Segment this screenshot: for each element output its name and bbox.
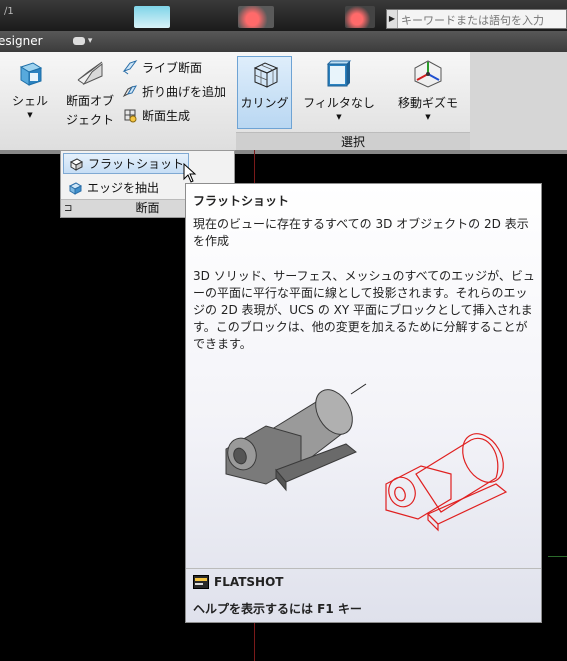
search-expand-icon[interactable]: ▶ [387, 10, 398, 28]
flatshot-icon [69, 157, 84, 171]
search-box[interactable]: ▶ [386, 9, 567, 29]
culling-icon [253, 62, 278, 88]
generate-section-button[interactable]: 断面生成 [122, 105, 190, 125]
shell-button[interactable]: シェル ▼ [10, 58, 50, 119]
add-jog-icon [122, 85, 138, 98]
tooltip-body: 3D ソリッド、サーフェス、メッシュのすべてのエッジが、ビューの平面に平行な平面… [193, 269, 535, 351]
flattened-outline-illustration [385, 433, 508, 532]
tooltip-description: 現在のビューに存在するすべての 3D オブジェクトの 2D 表示を作成 [193, 217, 529, 248]
flatshot-menu-item[interactable]: フラットショット [63, 153, 189, 174]
culling-button-content[interactable]: カリング [237, 58, 292, 111]
extract-edges-menu-item[interactable]: エッジを抽出 [63, 177, 159, 198]
tooltip-title: フラットショット [193, 194, 290, 208]
viewport-thumbnail-3[interactable] [345, 6, 375, 28]
live-section-button[interactable]: ライブ断面 [122, 57, 202, 77]
generate-section-icon [124, 109, 137, 123]
pin-icon[interactable]: ⊐ [64, 200, 72, 217]
section-plane-icon [77, 61, 103, 86]
command-icon [193, 575, 209, 589]
ribbon-minimize-toggle[interactable]: ▾ [73, 36, 97, 47]
live-section-icon [122, 60, 138, 75]
search-input[interactable] [399, 11, 567, 29]
move-gizmo-icon [414, 60, 442, 88]
ribbon-empty-area [470, 52, 567, 150]
flatshot-tooltip: フラットショット 現在のビューに存在するすべての 3D オブジェクトの 2D 表… [185, 183, 542, 623]
tooltip-divider [186, 568, 541, 569]
ribbon-tab-row: esigner ▾ [0, 31, 567, 53]
title-bar: ∕1 ▶ [0, 0, 567, 31]
section-plane-button[interactable]: 断面オブ ジェクト [63, 58, 117, 128]
tooltip-command: FLATSHOT [193, 575, 283, 589]
tooltip-help-hint: ヘルプを表示するには F1 キー [193, 602, 362, 616]
filter-button[interactable]: フィルタなし ▼ [300, 58, 378, 121]
drawing-axis-line-green [548, 556, 567, 557]
dropdown-caret-icon: ▼ [425, 113, 431, 121]
ribbon-panel: シェル ▼ 断面オブ ジェクト ライブ断面 折り曲げを追加 断面生成 カリング … [0, 52, 567, 151]
tab-workspace[interactable]: esigner [0, 34, 43, 48]
solid-model-illustration [225, 383, 367, 492]
extract-edges-icon [68, 181, 83, 195]
shell-icon [19, 62, 43, 86]
add-jog-button[interactable]: 折り曲げを追加 [122, 81, 226, 101]
filter-cube-icon [326, 60, 352, 87]
move-gizmo-button[interactable]: 移動ギズモ ▼ [392, 58, 464, 121]
dropdown-caret-icon: ▼ [336, 113, 342, 121]
tab-number: ∕1 [4, 6, 14, 17]
viewport-thumbnail-2[interactable] [238, 6, 274, 28]
viewport-thumbnail-1[interactable] [134, 6, 170, 28]
mouse-cursor-icon [183, 163, 197, 183]
selection-panel-label: 選択 [236, 132, 470, 151]
flatshot-illustration [225, 383, 508, 532]
dropdown-caret-icon: ▼ [27, 111, 33, 119]
